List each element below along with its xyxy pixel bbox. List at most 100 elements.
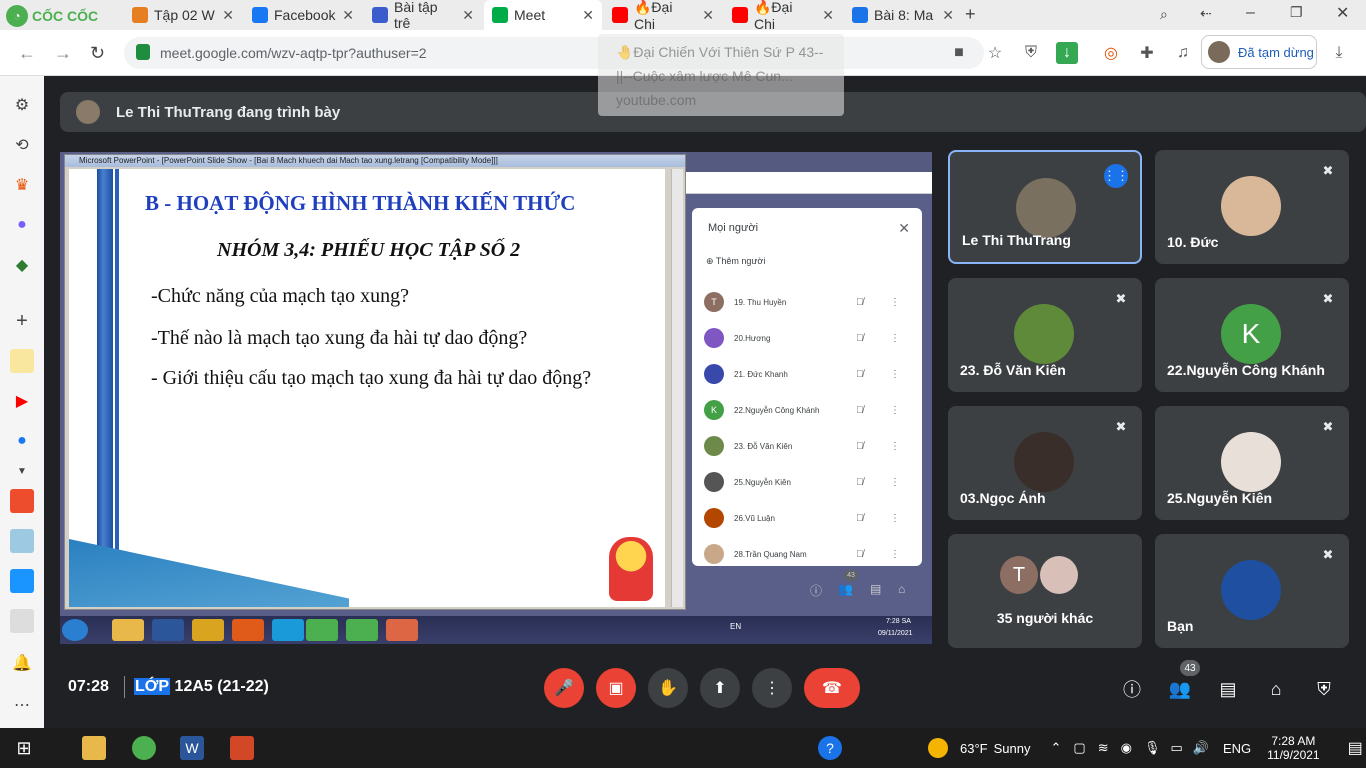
restore-button[interactable]: ❐ [1290,4,1303,21]
download-tray-icon[interactable]: ⤓ [1328,42,1350,64]
more-vert-icon[interactable]: ⋮ [890,333,900,344]
participant-row[interactable]: 26.Vũ Luận 🎙̸ ⋮ [704,506,904,530]
forward-button[interactable]: → [54,43,72,64]
slide-scrollbar[interactable] [671,169,683,607]
coccoc-extension-icon[interactable]: ◎ [1100,42,1122,64]
star-icon[interactable]: ☆ [984,42,1006,64]
media-icon[interactable]: ♫ [1172,42,1194,64]
browser-tab[interactable]: Bài tập trê ✕ [364,0,482,31]
close-tab-icon[interactable]: ✕ [342,7,354,24]
download-icon[interactable]: ↓ [1056,42,1078,64]
notification-bell-icon[interactable]: 🔔 [10,651,34,675]
participant-row[interactable]: 21. Đức Khanh 🎙̸ ⋮ [704,362,904,386]
raise-hand-button[interactable]: ✋ [648,668,688,708]
more-vert-icon[interactable]: ⋮ [890,477,900,488]
browser-tab[interactable]: Meet ✕ [484,0,602,30]
participant-row[interactable]: T 19. Thu Huyền 🎙̸ ⋮ [704,290,904,314]
chat-icon[interactable]: ▤ [1215,676,1241,702]
camera-tray-icon[interactable]: ◉ [1121,740,1132,756]
browser-tab[interactable]: Bài 8: Ma ✕ [844,0,962,30]
camera-off-button[interactable]: ▣ [596,668,636,708]
add-sidebar-icon[interactable]: + [10,309,34,333]
more-icon[interactable]: ⋯ [10,693,34,717]
browser-tab[interactable]: 🔥Đại Chi ✕ [604,0,722,32]
browser-tab[interactable]: Tập 02 W ✕ [124,0,242,30]
participant-row[interactable]: 23. Đỗ Văn Kiên 🎙̸ ⋮ [704,434,904,458]
close-tab-icon[interactable]: ✕ [582,7,594,24]
participant-row[interactable]: 28.Trần Quang Nam 🎙̸ ⋮ [704,542,904,566]
participant-tile[interactable]: ✖ 25.Nguyễn Kiên [1155,406,1349,520]
chevron-down-icon[interactable]: ▼ [10,459,34,483]
help-icon[interactable]: ? [818,736,842,760]
word-icon[interactable]: W [180,736,204,760]
close-tab-icon[interactable]: ✕ [822,7,834,24]
wifi-icon[interactable]: ≋ [1098,740,1109,756]
facebook-icon[interactable]: ● [10,429,34,453]
present-button[interactable]: ⬆ [700,668,740,708]
back-button[interactable]: ← [18,43,36,64]
add-people-button[interactable]: ⊕ Thêm người [706,256,765,267]
close-tab-icon[interactable]: ✕ [462,7,474,24]
more-options-button[interactable]: ⋮ [752,668,792,708]
history-icon[interactable]: ⟲ [10,133,34,157]
meeting-info-icon[interactable]: ⓘ [1119,676,1145,702]
close-tab-icon[interactable]: ✕ [702,7,714,24]
browser-tab[interactable]: Facebook ✕ [244,0,362,30]
settings-icon[interactable]: ⚙ [10,93,34,117]
participant-tile[interactable]: T 35 người khác [948,534,1142,648]
windows-start-icon[interactable]: ⊞ [12,736,36,760]
mic-off-button[interactable]: 🎤 [544,668,584,708]
close-window-button[interactable]: ✕ [1336,3,1349,23]
close-icon[interactable]: ✕ [898,220,910,237]
more-vert-icon[interactable]: ⋮ [890,297,900,308]
weather-condition[interactable]: Sunny [994,741,1031,756]
chat-icon[interactable]: ▤ [870,582,881,596]
youtube-icon[interactable]: ▶ [10,389,34,413]
extensions-icon[interactable]: ✚ [1136,42,1158,64]
new-tab-button[interactable]: + [965,4,976,25]
notifications-icon[interactable]: ▤ [1348,738,1363,758]
weather-temp[interactable]: 63°F [960,741,988,756]
participant-row[interactable]: 25.Nguyễn Kiên 🎙̸ ⋮ [704,470,904,494]
participant-tile[interactable]: ✖ 23. Đỗ Văn Kiên [948,278,1142,392]
people-icon[interactable]: 👥 [838,582,853,596]
coccoc-taskbar-icon[interactable] [132,736,156,760]
messenger-icon[interactable]: ● [10,213,34,237]
coccoc-logo[interactable]: ◔ CỐC CỐC [6,5,98,27]
more-vert-icon[interactable]: ⋮ [890,513,900,524]
minimize-button[interactable]: – [1246,4,1255,22]
shopee-icon[interactable] [10,489,34,513]
participant-tile[interactable]: ✖ 03.Ngọc Ánh [948,406,1142,520]
activities-icon[interactable]: ⌂ [898,582,905,596]
info-icon[interactable]: ⓘ [810,582,822,599]
more-vert-icon[interactable]: ⋮ [890,369,900,380]
close-tab-icon[interactable]: ✕ [222,7,234,24]
meet-now-icon[interactable]: ▢ [1073,740,1085,756]
participant-row[interactable]: K 22.Nguyễn Công Khánh 🎙̸ ⋮ [704,398,904,422]
app-icon[interactable] [10,529,34,553]
participant-tile[interactable]: ✖ Bạn [1155,534,1349,648]
leave-call-button[interactable]: ☎ [804,668,860,708]
mic-tray-icon[interactable]: 🎙 [1144,740,1161,756]
camera-icon[interactable]: ■ [948,42,970,64]
app2-icon[interactable] [10,609,34,633]
url-field[interactable]: meet.google.com/wzv-aqtp-tpr?authuser=2 [124,37,984,69]
profile-button[interactable]: Đã tạm dừng [1201,35,1317,69]
clock[interactable]: 7:28 AM 11/9/2021 [1267,734,1320,762]
participant-tile[interactable]: ✖ 10. Đức [1155,150,1349,264]
activities-icon[interactable]: ⌂ [1263,676,1289,702]
reload-button[interactable]: ↻ [90,43,105,64]
more-vert-icon[interactable]: ⋮ [890,405,900,416]
participant-row[interactable]: 20.Hương 🎙̸ ⋮ [704,326,904,350]
participants-icon[interactable]: 👥 [1167,676,1193,702]
tiki-icon[interactable] [10,569,34,593]
crown-icon[interactable]: ♛ [10,173,34,197]
gamepad-icon[interactable]: ◆ [10,253,34,277]
back-arrow-icon[interactable]: ⇠ [1200,5,1212,22]
volume-icon[interactable]: 🔊 [1193,740,1209,756]
notes-icon[interactable] [10,349,34,373]
host-controls-icon[interactable]: ⛨ [1311,676,1337,702]
participant-tile[interactable]: K ✖ 22.Nguyễn Công Khánh [1155,278,1349,392]
chevron-up-icon[interactable]: ⌃ [1050,740,1061,756]
more-vert-icon[interactable]: ⋮ [890,549,900,560]
